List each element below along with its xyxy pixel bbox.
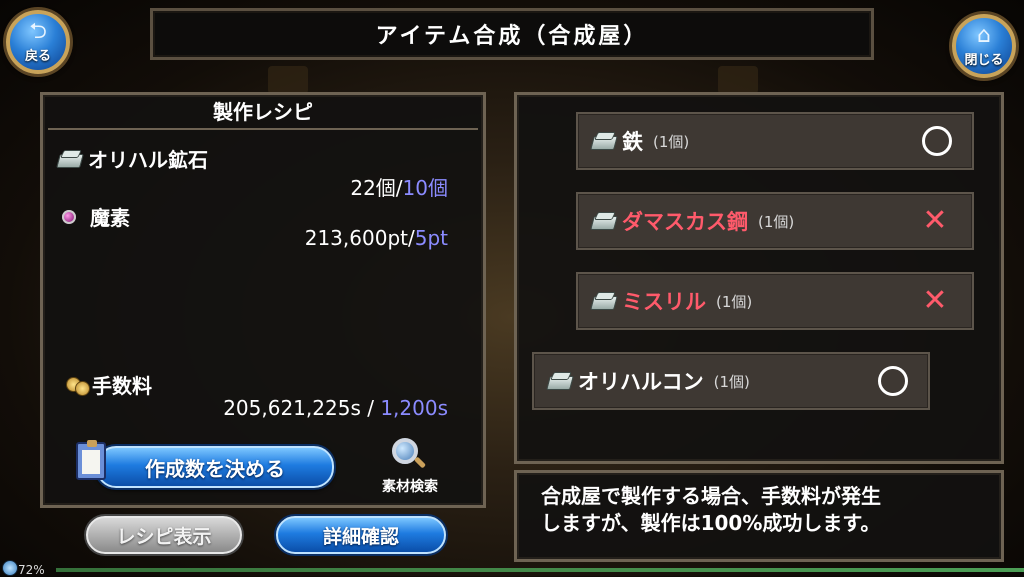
message-panel: 合成屋で製作する場合、手数料が発生 しますが、製作は100%成功します。 bbox=[514, 470, 1004, 562]
material-search-button[interactable]: 素材検索 bbox=[370, 436, 450, 496]
list-item[interactable]: 鉄 (1個) bbox=[576, 112, 974, 170]
ingot-icon bbox=[546, 372, 572, 390]
status-bar: 72% bbox=[0, 560, 1024, 577]
material-separator: / bbox=[407, 226, 415, 250]
item-count: (1個) bbox=[713, 372, 750, 391]
ingot-icon bbox=[56, 150, 82, 168]
fee-owned: 205,621,225s bbox=[223, 396, 361, 420]
material-owned: 213,600pt bbox=[304, 226, 408, 250]
material-separator: / bbox=[395, 176, 403, 200]
item-name: ダマスカス鋼 bbox=[622, 210, 748, 234]
available-circle-icon bbox=[878, 366, 908, 396]
fee-required: 1,200s bbox=[380, 396, 448, 420]
battery-icon bbox=[2, 560, 18, 576]
fee-label: 手数料 bbox=[92, 374, 152, 398]
fee-quantity: 205,621,225s / 1,200s bbox=[223, 396, 448, 420]
ingot-icon bbox=[590, 292, 616, 310]
item-count: (1個) bbox=[653, 132, 690, 151]
clipboard-icon bbox=[76, 440, 106, 480]
coin-icon bbox=[66, 375, 90, 396]
back-button-label: 戻る bbox=[24, 48, 51, 64]
material-row: オリハル鉱石 bbox=[56, 144, 208, 173]
fee-separator: / bbox=[360, 396, 381, 420]
page-title: アイテム合成（合成屋） bbox=[150, 8, 874, 60]
list-item[interactable]: ミスリル (1個) ✕ bbox=[576, 272, 974, 330]
info-message-line: 合成屋で製作する場合、手数料が発生 bbox=[541, 484, 881, 508]
info-message: 合成屋で製作する場合、手数料が発生 しますが、製作は100%成功します。 bbox=[541, 483, 987, 537]
material-quantity: 213,600pt/5pt bbox=[305, 226, 448, 250]
recipe-display-button[interactable]: レシピ表示 bbox=[86, 516, 242, 554]
item-name: 鉄 bbox=[622, 130, 643, 154]
close-button[interactable]: ⌂ 閉じる bbox=[952, 14, 1016, 78]
material-quantity: 22個/10個 bbox=[350, 172, 448, 201]
back-arrow-icon: ⮌ bbox=[29, 18, 47, 44]
unavailable-cross-icon: ✕ bbox=[922, 203, 948, 238]
progress-bar bbox=[56, 568, 1024, 572]
list-item[interactable]: ダマスカス鋼 (1個) ✕ bbox=[576, 192, 974, 250]
back-button[interactable]: ⮌ 戻る bbox=[6, 10, 70, 74]
battery-level: 72% bbox=[18, 563, 45, 577]
item-name: ミスリル bbox=[622, 290, 706, 314]
background-lamp-left bbox=[268, 66, 308, 94]
orb-icon bbox=[62, 209, 76, 224]
available-circle-icon bbox=[922, 126, 952, 156]
material-owned: 22個 bbox=[350, 176, 396, 200]
unavailable-cross-icon: ✕ bbox=[922, 283, 948, 318]
material-required: 5pt bbox=[414, 226, 448, 250]
material-name: オリハル鉱石 bbox=[88, 148, 208, 172]
ingot-icon bbox=[590, 132, 616, 150]
background-lamp-right bbox=[718, 66, 758, 94]
material-required: 10個 bbox=[402, 176, 448, 200]
ingot-icon bbox=[590, 212, 616, 230]
item-name: オリハルコン bbox=[578, 370, 704, 394]
detail-confirm-button[interactable]: 詳細確認 bbox=[276, 516, 446, 554]
magnifier-handle bbox=[413, 456, 427, 469]
recipe-title-divider bbox=[48, 128, 478, 130]
item-count: (1個) bbox=[758, 212, 795, 231]
list-item-selected[interactable]: オリハルコン (1個) bbox=[532, 352, 930, 410]
info-message-line: しますが、製作は100%成功します。 bbox=[541, 511, 881, 535]
recipe-title: 製作レシピ bbox=[213, 100, 313, 124]
decide-quantity-button[interactable]: 作成数を決める bbox=[96, 446, 334, 488]
material-search-label: 素材検索 bbox=[382, 479, 438, 495]
material-name: 魔素 bbox=[90, 206, 130, 230]
item-count: (1個) bbox=[716, 292, 753, 311]
material-row: 魔素 bbox=[56, 202, 130, 231]
close-button-label: 閉じる bbox=[964, 52, 1004, 68]
home-icon: ⌂ bbox=[977, 22, 991, 48]
fee-row: 手数料 bbox=[66, 370, 152, 399]
